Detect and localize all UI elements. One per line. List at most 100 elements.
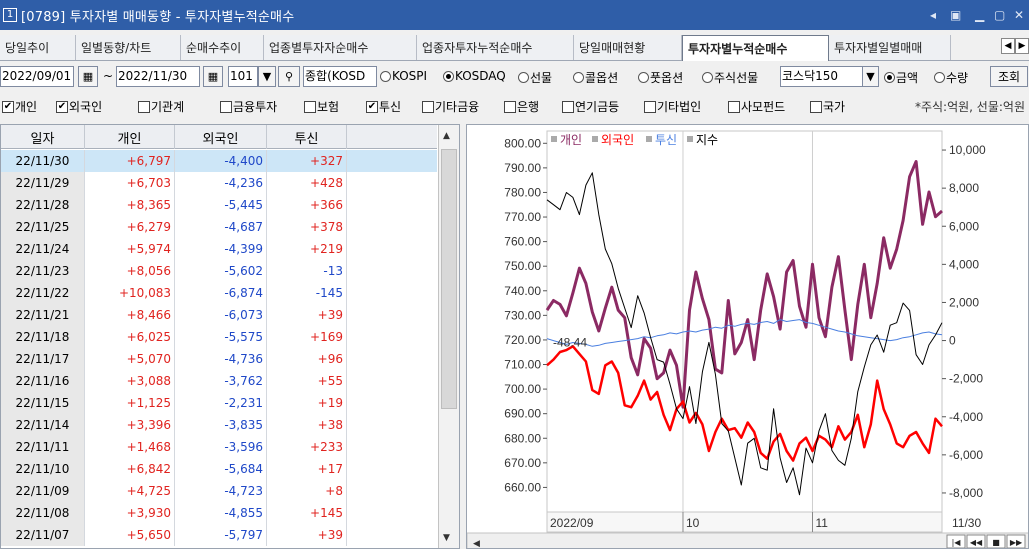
tab-prev-icon[interactable]: ◀: [1001, 38, 1015, 54]
value-cell: +39: [267, 524, 347, 546]
market-radio-0[interactable]: KOSPI: [380, 69, 427, 83]
hscroll-left-icon[interactable]: ◀: [473, 539, 480, 549]
checkbox-8[interactable]: 연기금등: [562, 98, 619, 115]
table-row[interactable]: 22/11/29 +6,703 -4,236 +428: [1, 172, 437, 194]
tab-3[interactable]: 업종별투자자순매수: [264, 35, 417, 60]
cumulative-net-buy-chart: 800.00 790.00 780.00 770.00 760.00 750.00 740.…: [466, 124, 1029, 549]
query-button[interactable]: 조회: [990, 66, 1028, 87]
code-dropdown-icon[interactable]: ▼: [258, 66, 276, 87]
column-header-3[interactable]: 투신: [267, 125, 347, 149]
table-row[interactable]: 22/11/21 +8,466 -6,073 +39: [1, 304, 437, 326]
table-row[interactable]: 22/11/24 +5,974 -4,399 +219: [1, 238, 437, 260]
market-radio-3[interactable]: 콜옵션: [573, 69, 618, 86]
table-row[interactable]: 22/11/16 +3,088 -3,762 +55: [1, 370, 437, 392]
close-icon[interactable]: ✕: [1014, 0, 1024, 30]
table-row[interactable]: 22/11/25 +6,279 -4,687 +378: [1, 216, 437, 238]
table-scrollbar[interactable]: ▲ ▼: [438, 125, 459, 548]
value-cell: +3,088: [85, 370, 175, 392]
market-radio-2[interactable]: 선물: [518, 69, 552, 86]
tab-next-icon[interactable]: ▶: [1015, 38, 1029, 54]
prev-window-icon[interactable]: ◂: [930, 0, 936, 30]
checkbox-5[interactable]: ✔ 투신: [366, 98, 401, 115]
tab-7[interactable]: 투자자별일별매매: [829, 35, 951, 60]
tab-6[interactable]: 투자자별누적순매수: [682, 35, 829, 61]
column-header-2[interactable]: 외국인: [175, 125, 267, 149]
checkbox-label: 은행: [517, 100, 540, 114]
table-row[interactable]: 22/11/09 +4,725 -4,723 +8: [1, 480, 437, 502]
empty-cell: [347, 238, 437, 260]
right-tick-label: 10,000: [949, 143, 986, 157]
checkbox-4[interactable]: 보험: [304, 98, 339, 115]
unit-radio-1[interactable]: 수량: [934, 69, 968, 86]
checkbox-1[interactable]: ✔ 외국인: [56, 98, 102, 115]
sector-field[interactable]: 종합(KOSD: [303, 66, 377, 87]
date-cell: 22/11/14: [1, 414, 85, 436]
market-radio-5[interactable]: 주식선물: [702, 69, 758, 86]
checkbox-label: 금융투자: [233, 100, 278, 114]
checkbox-2[interactable]: 기관계: [138, 98, 184, 115]
empty-cell: [347, 502, 437, 524]
x-tick-label: 11/30: [952, 516, 981, 530]
checkbox-7[interactable]: 은행: [504, 98, 539, 115]
table-row[interactable]: 22/11/07 +5,650 -5,797 +39: [1, 524, 437, 546]
chart-hscrollbar: [467, 532, 1028, 548]
column-header-1[interactable]: 개인: [85, 125, 175, 149]
checkbox-0[interactable]: ✔ 개인: [2, 98, 37, 115]
maximize-icon[interactable]: ▢: [994, 0, 1005, 30]
scroll-thumb[interactable]: [441, 149, 457, 409]
value-cell: +6,025: [85, 326, 175, 348]
date-cell: 22/11/22: [1, 282, 85, 304]
minimize-icon[interactable]: ▁: [975, 0, 984, 30]
tab-1[interactable]: 일별동향/차트: [76, 35, 181, 60]
tab-2[interactable]: 순매수추이: [181, 35, 264, 60]
right-tick-label: 0: [949, 334, 956, 348]
code-input[interactable]: 101: [228, 66, 258, 87]
screen-icon[interactable]: ▣: [950, 0, 961, 30]
start-calendar-icon[interactable]: ▦: [78, 66, 98, 87]
combo-dropdown-icon[interactable]: ▼: [862, 66, 879, 87]
x-tick-label: 2022/09: [550, 516, 594, 530]
empty-checkbox-icon: [562, 100, 574, 113]
window-title: [0789] 투자자별 매매동향 - 투자자별누적순매수: [21, 9, 295, 25]
table-row[interactable]: 22/11/17 +5,070 -4,736 +96: [1, 348, 437, 370]
tab-0[interactable]: 당일추이: [0, 35, 76, 60]
market-radio-1[interactable]: KOSDAQ: [443, 69, 506, 83]
table-row[interactable]: 22/11/18 +6,025 -5,575 +169: [1, 326, 437, 348]
end-calendar-icon[interactable]: ▦: [203, 66, 223, 87]
empty-checkbox-icon: [138, 100, 150, 113]
kosdaq150-combo[interactable]: 코스닥150: [780, 66, 863, 87]
tab-4[interactable]: 업종자투자누적순매수: [417, 35, 574, 60]
table-row[interactable]: 22/11/08 +3,930 -4,855 +145: [1, 502, 437, 524]
unit-radio-0[interactable]: 금액: [884, 69, 918, 86]
value-cell: +366: [267, 194, 347, 216]
search-icon[interactable]: ⚲: [278, 66, 300, 87]
checkbox-9[interactable]: 기타법인: [644, 98, 701, 115]
legend-swatch: [592, 136, 598, 142]
table-row[interactable]: 22/11/10 +6,842 -5,684 +17: [1, 458, 437, 480]
checkbox-6[interactable]: 기타금융: [422, 98, 479, 115]
table-row[interactable]: 22/11/23 +8,056 -5,602 -13: [1, 260, 437, 282]
checkbox-10[interactable]: 사모펀드: [728, 98, 785, 115]
table-row[interactable]: 22/11/30 +6,797 -4,400 +327: [1, 150, 437, 172]
checkbox-3[interactable]: 금융투자: [220, 98, 277, 115]
table-row[interactable]: 22/11/14 +3,396 -3,835 +38: [1, 414, 437, 436]
scroll-down-icon[interactable]: ▼: [443, 533, 450, 543]
table-row[interactable]: 22/11/15 +1,125 -2,231 +19: [1, 392, 437, 414]
radio-label: 수량: [946, 71, 969, 85]
radio-circle-icon: [518, 72, 529, 83]
radio-label: KOSDAQ: [455, 69, 506, 83]
check-icon: ✔: [2, 100, 14, 113]
table-row[interactable]: 22/11/11 +1,468 -3,596 +233: [1, 436, 437, 458]
start-date-input[interactable]: 2022/09/01: [0, 66, 74, 87]
end-date-input[interactable]: 2022/11/30: [116, 66, 200, 87]
scroll-up-icon[interactable]: ▲: [443, 131, 450, 141]
market-radio-4[interactable]: 풋옵션: [638, 69, 683, 86]
date-cell: 22/11/16: [1, 370, 85, 392]
right-tick-label: 4,000: [949, 257, 979, 271]
table-row[interactable]: 22/11/28 +8,365 -5,445 +366: [1, 194, 437, 216]
checkbox-11[interactable]: 국가: [810, 98, 845, 115]
column-header-0[interactable]: 일자: [1, 125, 85, 149]
table-row[interactable]: 22/11/22 +10,083 -6,874 -145: [1, 282, 437, 304]
left-tick-label: 780.00: [504, 185, 541, 199]
tab-5[interactable]: 당일매매현황: [574, 35, 682, 60]
